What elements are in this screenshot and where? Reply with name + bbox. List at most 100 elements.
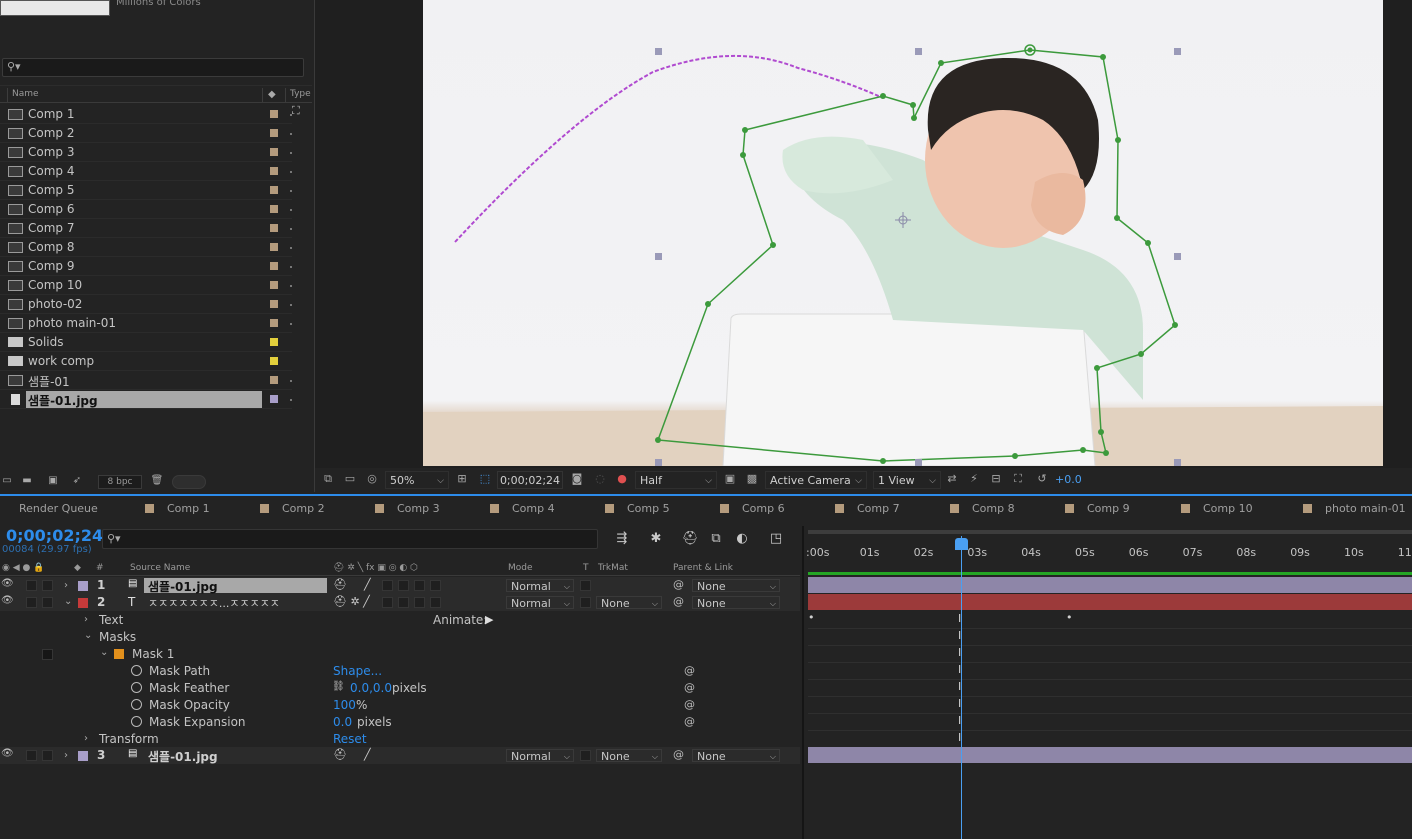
mask-feather-value[interactable]: 0.0,0.0	[350, 681, 392, 695]
stopwatch-icon[interactable]	[131, 699, 142, 710]
timeline-icon[interactable]: ⊟	[989, 473, 1003, 485]
label-color-swatch[interactable]	[270, 338, 278, 346]
label-color-swatch[interactable]	[270, 167, 278, 175]
chevron-down-icon[interactable]: ⌄	[100, 647, 108, 658]
tab-comp-1[interactable]: Comp 1	[145, 502, 210, 515]
layer-label-color[interactable]	[78, 598, 88, 608]
lock-switch[interactable]	[42, 580, 53, 591]
draft-3d-icon[interactable]: ✱	[648, 531, 664, 547]
graph-editor-icon[interactable]: ◳	[768, 531, 784, 547]
new-comp-icon[interactable]: ▣	[46, 475, 60, 487]
tab-comp-2[interactable]: Comp 2	[260, 502, 325, 515]
label-color-swatch[interactable]	[270, 319, 278, 327]
chevron-right-icon[interactable]: ›	[84, 614, 88, 625]
motion-blur-icon[interactable]: ◐	[734, 531, 750, 547]
layer-label-color[interactable]	[78, 751, 88, 761]
mask-visibility-icon[interactable]: ⬚	[478, 473, 492, 485]
tab-comp-8[interactable]: Comp 8	[950, 502, 1015, 515]
prop-row-mask-path[interactable]: Mask Path Shape... @	[0, 663, 800, 680]
column-trkmat[interactable]: TrkMat	[598, 563, 628, 573]
toggle-pixel-aspect-icon[interactable]: ⇄	[945, 473, 959, 485]
chevron-right-icon[interactable]: ›	[64, 750, 68, 761]
display-icon[interactable]: ▭	[343, 473, 357, 485]
column-mode[interactable]: Mode	[508, 563, 533, 573]
lock-switch[interactable]	[42, 597, 53, 608]
layer-3-duration-bar[interactable]	[808, 747, 1412, 763]
new-folder-icon[interactable]: ▬	[20, 475, 34, 487]
tab-comp-4[interactable]: Comp 4	[490, 502, 555, 515]
tab-comp-3[interactable]: Comp 3	[375, 502, 440, 515]
switches-icons[interactable]: ⛑ ✲ ╲ fx ▣ ◎ ◐ ⬡	[333, 563, 418, 573]
solo-switch[interactable]	[26, 580, 37, 591]
project-item[interactable]: 샘플-01.jpg	[0, 390, 292, 409]
project-item[interactable]: Comp 1	[0, 105, 292, 124]
label-color-swatch[interactable]	[270, 205, 278, 213]
current-time-display[interactable]: 0;00;02;24	[6, 526, 103, 545]
av-switches-icon[interactable]: ◉ ◀ ● 🔒	[2, 563, 44, 573]
layer-row-3[interactable]: 👁 › 3 ▤ 샘플-01.jpg ⛑ ╱ Normal ⌵ None ⌵ @ No…	[0, 747, 800, 764]
trash-icon[interactable]: 🗑	[150, 475, 164, 487]
layer-name[interactable]: 샘플-01.jpg	[148, 578, 218, 595]
pickwhip-icon[interactable]: @	[684, 664, 695, 677]
switch-box[interactable]	[398, 597, 409, 608]
quality-switch-icon[interactable]: ╱	[364, 748, 371, 761]
project-item[interactable]: Comp 2	[0, 124, 292, 143]
link-icon[interactable]: ⛓	[332, 681, 345, 692]
shy-switch-icon[interactable]: ⛑	[333, 748, 347, 761]
eye-icon[interactable]: 👁	[1, 595, 14, 606]
current-time-indicator-head[interactable]	[955, 538, 968, 550]
solo-switch[interactable]	[26, 750, 37, 761]
transparency-grid-icon[interactable]: ▩	[745, 473, 759, 485]
prop-row-mask-opacity[interactable]: Mask Opacity 100 % @	[0, 697, 800, 714]
project-item[interactable]: Comp 3	[0, 143, 292, 162]
project-search-input[interactable]: ⚲▾	[2, 58, 304, 77]
layer-parent-select[interactable]: None ⌵	[692, 579, 780, 593]
prop-row-mask1[interactable]: ⌄ Mask 1	[0, 646, 800, 663]
label-color-swatch[interactable]	[270, 224, 278, 232]
stopwatch-icon[interactable]	[131, 665, 142, 676]
safe-zones-icon[interactable]: ⊞	[455, 473, 469, 485]
eye-icon[interactable]: 👁	[1, 578, 14, 589]
viewer-timecode[interactable]: 0;00;02;24	[497, 471, 563, 489]
layer-1-duration-bar[interactable]	[808, 577, 1412, 593]
fast-previews-icon[interactable]: ⚡	[967, 473, 981, 485]
bit-depth-button[interactable]: 8 bpc	[98, 475, 142, 489]
label-color-swatch[interactable]	[270, 262, 278, 270]
label-color-swatch[interactable]	[270, 129, 278, 137]
label-color-swatch[interactable]	[270, 395, 278, 403]
label-color-swatch[interactable]	[270, 376, 278, 384]
switch-box[interactable]	[414, 597, 425, 608]
shy-switch-icon[interactable]: ⛑ ✲ ╱	[333, 595, 370, 608]
vr-icon[interactable]: ◎	[365, 473, 379, 485]
view-layout-select[interactable]: 1 View ⌵	[873, 471, 941, 489]
snapshot-icon[interactable]: ◙	[570, 473, 584, 485]
pickwhip-icon[interactable]: @	[673, 595, 684, 608]
column-name[interactable]: Name	[12, 89, 39, 99]
preserve-transparency-switch[interactable]	[580, 750, 591, 761]
layer-parent-select[interactable]: None ⌵	[692, 596, 780, 610]
transform-reset-link[interactable]: Reset	[333, 732, 367, 746]
exposure-value[interactable]: +0.0	[1055, 473, 1082, 486]
label-column-icon[interactable]: ◆	[74, 563, 81, 573]
solo-switch[interactable]	[26, 597, 37, 608]
shy-switch-icon[interactable]: ⛑	[333, 578, 347, 591]
thumbnail-size-slider[interactable]	[172, 475, 206, 489]
resolution-select[interactable]: Half ⌵	[635, 471, 717, 489]
column-source-name[interactable]: Source Name	[130, 563, 190, 573]
label-color-swatch[interactable]	[270, 357, 278, 365]
switch-box[interactable]	[430, 597, 441, 608]
column-parent[interactable]: Parent & Link	[673, 563, 733, 573]
layer-2-duration-bar[interactable]	[808, 594, 1412, 610]
project-item[interactable]: 샘플-01	[0, 371, 292, 390]
camera-select[interactable]: Active Camera ⌵	[765, 471, 867, 489]
project-item[interactable]: Comp 5	[0, 181, 292, 200]
zoom-select[interactable]: 50% ⌵	[385, 471, 449, 489]
mask-color-swatch[interactable]	[114, 649, 124, 659]
tab-comp-9[interactable]: Comp 9	[1065, 502, 1130, 515]
flowchart-icon[interactable]: ⛶	[1011, 473, 1025, 485]
show-snapshot-icon[interactable]: ◌	[593, 473, 607, 485]
project-item[interactable]: Solids	[0, 333, 292, 352]
tab-comp-7[interactable]: Comp 7	[835, 502, 900, 515]
preserve-transparency-switch[interactable]	[580, 580, 591, 591]
switch-box[interactable]	[382, 580, 393, 591]
